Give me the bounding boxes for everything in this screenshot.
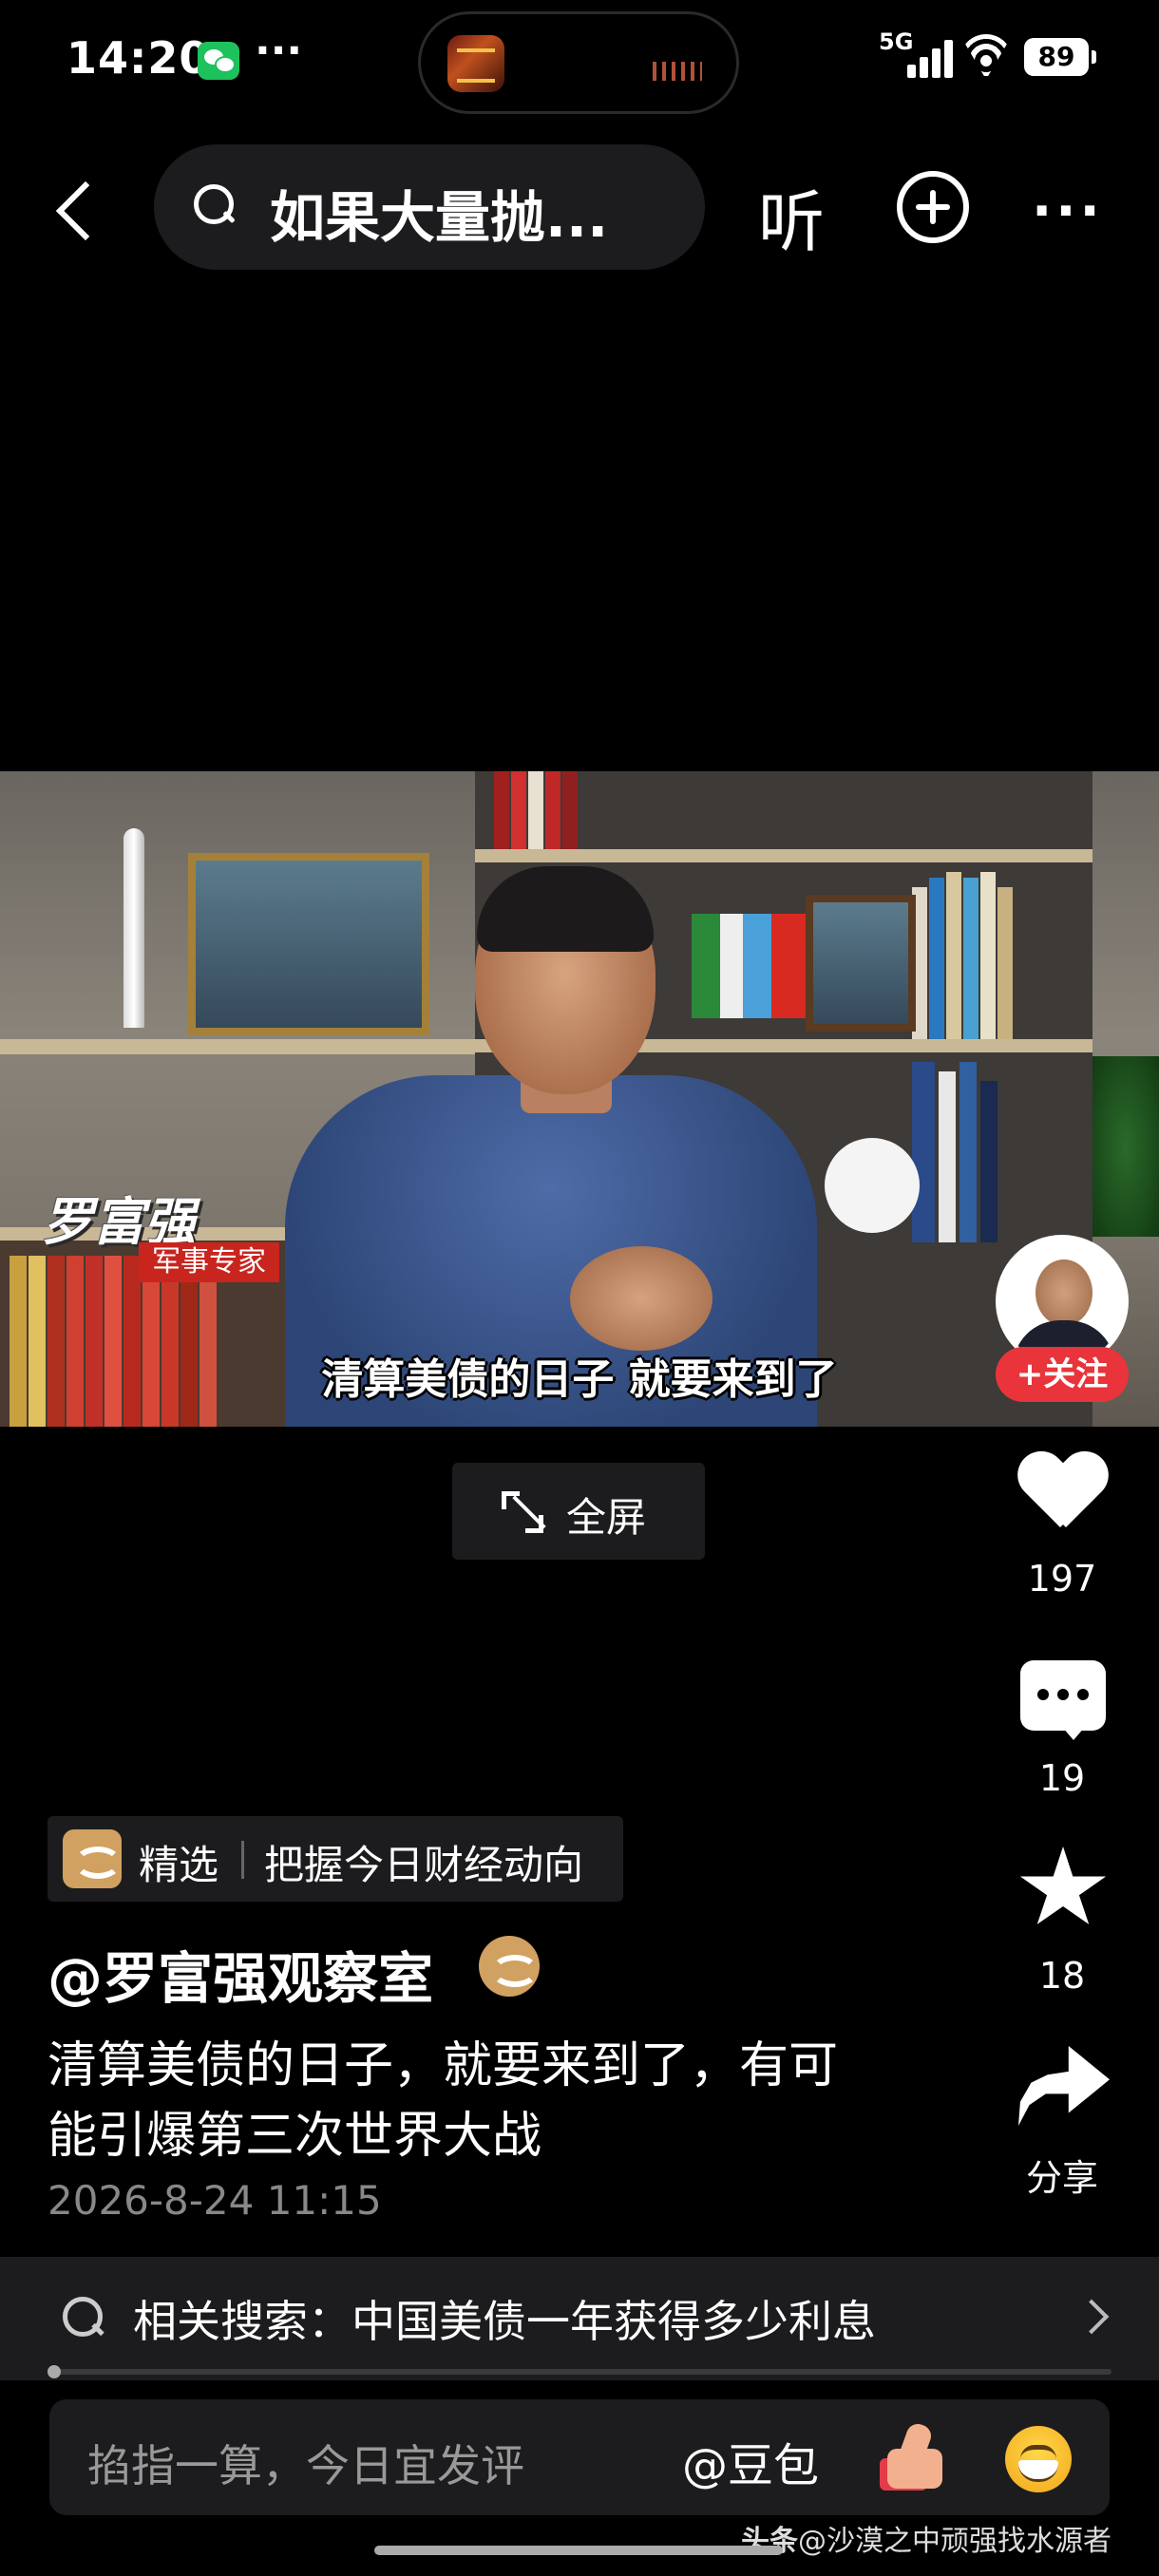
books <box>494 771 779 849</box>
share-button[interactable]: 分享 <box>1005 2042 1119 2199</box>
speaker-hands <box>570 1246 712 1351</box>
related-search-bar[interactable]: 相关搜索：中国美债一年获得多少利息 <box>0 2257 1159 2380</box>
rocket-model <box>124 828 144 1028</box>
author-name[interactable]: @罗富强观察室 <box>48 1934 433 2014</box>
heart-icon <box>1018 1453 1106 1533</box>
search-icon <box>194 184 236 226</box>
dynamic-island[interactable] <box>418 11 739 114</box>
decorative-plate <box>825 1138 920 1233</box>
watermark-handle: @沙漠之中顽强找水源者 <box>798 2525 1112 2558</box>
status-bar: 14:20 ··· 5G 89 <box>0 0 1159 123</box>
now-playing-thumbnail <box>447 35 504 92</box>
post-timestamp: 2026-8-24 11:15 <box>48 2177 382 2224</box>
desk-flags <box>692 914 806 1018</box>
wechat-notification-icon <box>198 42 239 80</box>
listen-button[interactable]: 听 <box>758 169 825 265</box>
like-button[interactable]: 197 <box>1005 1453 1119 1605</box>
like-count: 197 <box>1027 1558 1097 1600</box>
comment-button[interactable]: 19 <box>1005 1660 1119 1803</box>
comment-input[interactable]: 掐指一算，今日宜发评 @豆包 <box>49 2399 1110 2515</box>
comment-count: 19 <box>1038 1757 1086 1799</box>
mention-doubao-button[interactable]: @豆包 <box>682 2428 819 2494</box>
star-icon <box>1019 1847 1107 1924</box>
shelf-board <box>475 849 1092 862</box>
books <box>912 1052 1083 1242</box>
chevron-right-icon <box>1074 2299 1110 2335</box>
favorite-button[interactable]: 18 <box>1005 1847 1119 1998</box>
comment-placeholder: 掐指一算，今日宜发评 <box>87 2440 524 2491</box>
video-subtitle: 清算美债的日子 就要来到了 <box>321 1355 838 1404</box>
top-bar: 如果大量抛... 听 ··· <box>0 142 1159 275</box>
featured-label: 精选 <box>139 1842 219 1888</box>
framed-photo <box>806 895 916 1032</box>
follow-button[interactable]: +关注 <box>996 1347 1129 1402</box>
expand-icon <box>502 1491 546 1533</box>
featured-logo-icon <box>63 1829 122 1888</box>
progress-handle[interactable] <box>48 2365 61 2378</box>
search-bar[interactable]: 如果大量抛... <box>154 144 705 270</box>
video-progress-bar[interactable] <box>51 2369 1112 2375</box>
related-search-text: 相关搜索：中国美债一年获得多少利息 <box>133 2296 876 2347</box>
badge-divider <box>241 1841 244 1879</box>
video-player[interactable]: 罗富强 军事专家 清算美债的日子 就要来到了 +关注 <box>0 771 1159 1427</box>
comment-icon <box>1020 1660 1106 1740</box>
search-icon <box>63 2297 104 2339</box>
fullscreen-button[interactable]: 全屏 <box>452 1463 705 1560</box>
back-button[interactable] <box>48 177 114 243</box>
battery-icon: 89 <box>1024 38 1096 76</box>
fullscreen-label: 全屏 <box>566 1494 647 1541</box>
speaker-role: 军事专家 <box>139 1242 279 1282</box>
more-options-button[interactable]: ··· <box>1032 180 1104 242</box>
description-line-2: 能引爆第三次世界大战 <box>48 2108 542 2165</box>
favorite-count: 18 <box>1038 1955 1086 1997</box>
home-indicator[interactable] <box>374 2546 783 2555</box>
status-more-icon: ··· <box>255 27 303 75</box>
featured-badge[interactable]: 精选 把握今日财经动向 <box>48 1816 623 1902</box>
plant <box>1092 1056 1159 1237</box>
featured-text: 把握今日财经动向 <box>264 1842 584 1888</box>
description-line-1: 清算美债的日子，就要来到了，有可 <box>48 2037 839 2094</box>
share-icon <box>1018 2046 1110 2126</box>
verified-icon <box>479 1936 540 1997</box>
shelf-board <box>0 1039 475 1054</box>
framed-photo <box>188 853 429 1035</box>
books <box>912 862 1083 1039</box>
signal-icon <box>907 38 955 78</box>
add-icon[interactable] <box>897 171 969 243</box>
watermark: 头条@沙漠之中顽强找水源者 <box>741 2517 1112 2559</box>
status-time: 14:20 <box>66 32 211 84</box>
thumbs-up-icon[interactable] <box>882 2424 948 2491</box>
audio-wave-icon <box>653 62 702 81</box>
share-label: 分享 <box>1025 2157 1098 2199</box>
search-query: 如果大量抛... <box>270 185 609 250</box>
grin-emoji-icon[interactable] <box>1005 2426 1072 2492</box>
wifi-icon <box>960 34 1013 76</box>
